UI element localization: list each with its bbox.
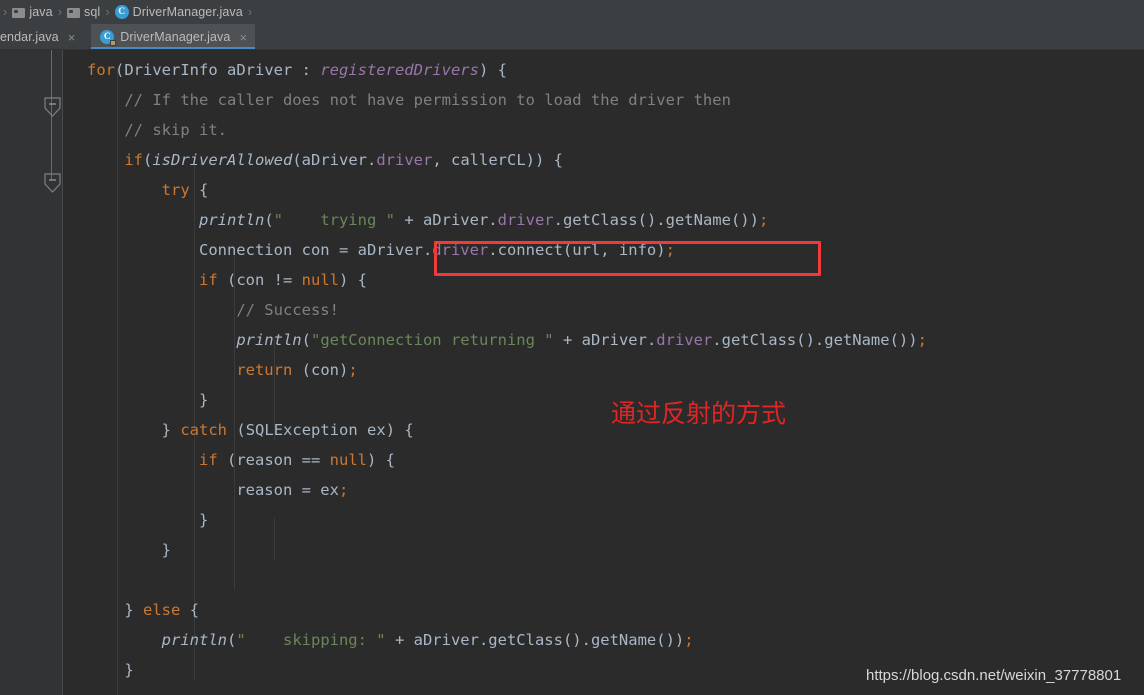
tab-drivermanager-java[interactable]: C DriverManager.java × bbox=[91, 24, 256, 49]
tab-close-icon[interactable]: × bbox=[68, 31, 76, 44]
code-line: } else { bbox=[124, 601, 200, 619]
folder-icon bbox=[67, 7, 81, 18]
code-line: println(" trying " + aDriver.driver.getC… bbox=[198, 211, 769, 229]
code-line: } bbox=[124, 661, 134, 679]
code-line: if (reason == null) { bbox=[198, 451, 395, 469]
editor-tab-bar: endar.java × C DriverManager.java × bbox=[0, 24, 1144, 50]
breadcrumb-separator-0: › bbox=[3, 4, 8, 19]
code-line: if (con != null) { bbox=[198, 271, 367, 289]
code-line: } catch (SQLException ex) { bbox=[161, 421, 414, 439]
folder-icon bbox=[12, 7, 26, 18]
gutter-marker-column bbox=[40, 50, 64, 695]
editor-gutter[interactable] bbox=[0, 50, 63, 695]
breadcrumb-separator-1: › bbox=[57, 4, 63, 19]
source-code[interactable]: for(DriverInfo aDriver : registeredDrive… bbox=[87, 55, 927, 685]
tab-label: endar.java bbox=[0, 30, 59, 44]
overriding-method-marker-icon[interactable] bbox=[43, 172, 62, 194]
code-line: return (con); bbox=[236, 361, 358, 379]
breadcrumb: › java › sql › C DriverManager.java › bbox=[0, 0, 1144, 24]
code-line: println("getConnection returning " + aDr… bbox=[236, 331, 927, 349]
code-line: try { bbox=[161, 181, 209, 199]
watermark-url: https://blog.csdn.net/weixin_37778801 bbox=[866, 667, 1122, 684]
code-line: // skip it. bbox=[124, 121, 227, 139]
code-line: } bbox=[198, 511, 209, 529]
code-surface[interactable]: for(DriverInfo aDriver : registeredDrive… bbox=[63, 50, 1144, 695]
breadcrumb-item-java[interactable]: java bbox=[10, 5, 54, 19]
tab-close-icon[interactable]: × bbox=[239, 31, 247, 44]
code-line: // Success! bbox=[236, 301, 339, 319]
lock-badge-icon bbox=[110, 39, 117, 46]
breadcrumb-item-drivermanager[interactable]: C DriverManager.java bbox=[113, 5, 245, 19]
breadcrumb-item-label: DriverManager.java bbox=[132, 5, 243, 19]
code-editor[interactable]: for(DriverInfo aDriver : registeredDrive… bbox=[0, 50, 1144, 695]
code-line: Connection con = aDriver.driver.connect(… bbox=[198, 241, 675, 259]
code-line: reason = ex; bbox=[236, 481, 349, 499]
breadcrumb-item-sql[interactable]: sql bbox=[65, 5, 102, 19]
breadcrumb-separator-3: › bbox=[247, 4, 253, 19]
breadcrumb-item-label: sql bbox=[84, 5, 101, 19]
code-line: for(DriverInfo aDriver : registeredDrive… bbox=[87, 61, 507, 79]
code-line: if(isDriverAllowed(aDriver.driver, calle… bbox=[124, 151, 563, 169]
tab-endar-java[interactable]: endar.java × bbox=[0, 24, 84, 49]
implementing-method-marker-icon[interactable] bbox=[43, 96, 62, 118]
ide-window: › java › sql › C DriverManager.java › en… bbox=[0, 0, 1144, 695]
annotation-chinese-note: 通过反射的方式 bbox=[611, 399, 787, 428]
java-class-locked-icon: C bbox=[100, 29, 117, 46]
breadcrumb-separator-2: › bbox=[105, 4, 110, 19]
tab-label: DriverManager.java bbox=[120, 30, 231, 44]
java-class-icon: C bbox=[114, 5, 129, 19]
breadcrumb-item-label: java bbox=[29, 5, 53, 19]
code-line: } bbox=[198, 391, 209, 409]
code-line: println(" skipping: " + aDriver.getClass… bbox=[161, 631, 694, 649]
code-line: // If the caller does not have permissio… bbox=[124, 91, 731, 109]
code-line: } bbox=[161, 541, 171, 559]
